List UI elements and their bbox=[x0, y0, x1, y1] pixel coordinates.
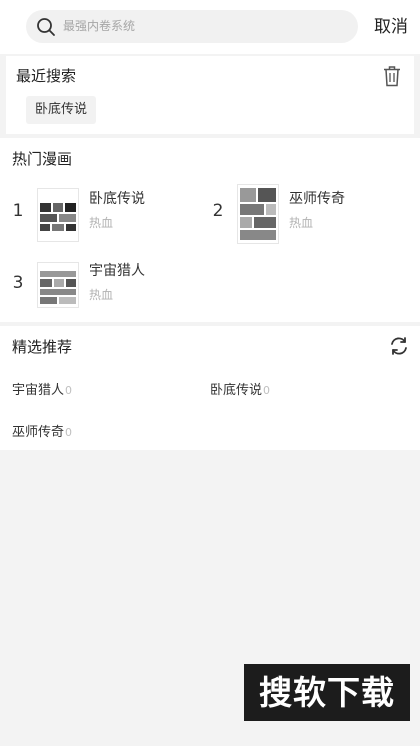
comic-title: 卧底传说 bbox=[89, 191, 145, 207]
top-bar: 最强内卷系统 取消 bbox=[0, 0, 420, 54]
featured-item-count: 0 bbox=[65, 384, 73, 397]
featured-item[interactable]: 巫师传奇0 bbox=[12, 421, 72, 440]
featured-item[interactable]: 宇宙猎人0 bbox=[12, 379, 72, 398]
comic-cover bbox=[237, 184, 279, 244]
recent-searches-title: 最近搜索 bbox=[16, 67, 77, 85]
hot-comic-item[interactable]: 3 宇宙猎人 热血 bbox=[10, 256, 210, 318]
comic-title: 巫师传奇 bbox=[289, 191, 345, 207]
search-input[interactable]: 最强内卷系统 bbox=[26, 10, 358, 43]
search-icon bbox=[37, 18, 55, 36]
featured-section: 精选推荐 宇宙猎人0 卧底传说0 巫师传奇0 bbox=[0, 326, 420, 450]
watermark: 搜软下载 bbox=[244, 664, 410, 721]
featured-item-count: 0 bbox=[263, 384, 271, 397]
hot-comics-title: 热门漫画 bbox=[12, 150, 73, 168]
comic-cover bbox=[37, 188, 79, 242]
comic-genre: 热血 bbox=[89, 216, 114, 230]
recent-search-chip[interactable]: 卧底传说 bbox=[26, 96, 97, 124]
search-placeholder: 最强内卷系统 bbox=[63, 19, 136, 33]
featured-item-title: 宇宙猎人 bbox=[12, 383, 65, 398]
hot-comic-item[interactable]: 2 巫师传奇 热血 bbox=[210, 184, 410, 246]
comic-title: 宇宙猎人 bbox=[89, 263, 145, 279]
featured-item-title: 卧底传说 bbox=[210, 383, 263, 398]
rank-number: 3 bbox=[12, 273, 24, 293]
hot-comic-item[interactable]: 1 卧底传说 热血 bbox=[10, 184, 210, 246]
comic-genre: 热血 bbox=[89, 288, 114, 302]
comic-cover bbox=[37, 262, 79, 308]
recent-searches-section: 最近搜索 卧底传说 bbox=[6, 56, 414, 134]
rank-number: 1 bbox=[12, 201, 24, 221]
comic-genre: 热血 bbox=[289, 216, 314, 230]
featured-item-title: 巫师传奇 bbox=[12, 425, 65, 440]
cancel-button[interactable]: 取消 bbox=[374, 0, 408, 54]
featured-title: 精选推荐 bbox=[12, 338, 73, 356]
featured-item-count: 0 bbox=[65, 426, 73, 439]
refresh-icon[interactable] bbox=[388, 335, 410, 357]
trash-icon[interactable] bbox=[383, 65, 401, 87]
featured-item[interactable]: 卧底传说0 bbox=[210, 379, 270, 398]
rank-number: 2 bbox=[212, 201, 224, 221]
hot-comics-section: 热门漫画 1 卧底传说 热血 2 巫师传奇 热血 3 宇宙猎人 热血 bbox=[0, 138, 420, 322]
